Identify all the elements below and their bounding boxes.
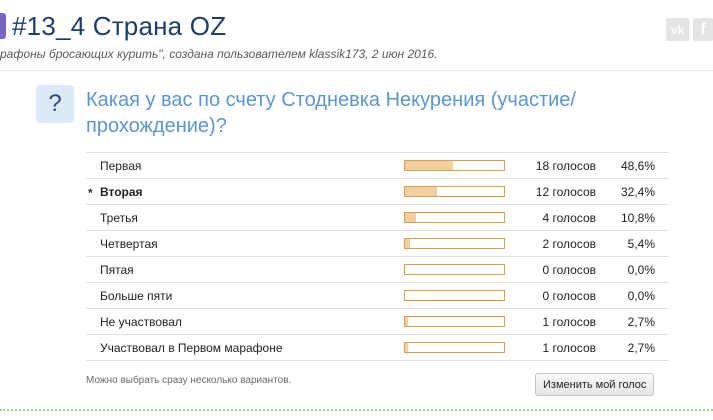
voted-marker: * [88, 186, 93, 200]
poll-option-bar [404, 342, 505, 353]
thread-title: #13_4 Страна OZ [12, 10, 227, 41]
poll-option-bar [404, 290, 505, 301]
poll-option-row: Пятая 0 голосов 0,0% [86, 257, 669, 283]
poll-question: Какая у вас по счету Стодневка Некурения… [86, 89, 576, 137]
poll-option-label: Больше пяти [100, 289, 173, 303]
poll-option-percent: 48,6% [620, 159, 655, 173]
poll-option-bar [404, 238, 505, 249]
poll-option-bar-fill [405, 239, 411, 248]
poll-option-percent: 2,7% [627, 341, 655, 355]
poll-option-row: * Вторая 12 голосов 32,4% [86, 179, 669, 205]
poll-option-percent: 5,4% [627, 237, 655, 251]
poll-option-bar-fill [405, 213, 416, 222]
poll-option-bar [404, 186, 505, 197]
prefix-badge-icon[interactable] [0, 13, 6, 39]
poll-option-percent: 0,0% [627, 289, 655, 303]
change-vote-button[interactable]: Изменить мой голос [535, 373, 655, 396]
poll-option-bar-fill [405, 317, 408, 326]
poll-option-label: Третья [100, 211, 138, 225]
poll-option-label: Первая [100, 159, 142, 173]
title-row: #13_4 Страна OZ [0, 8, 226, 44]
poll-option-label: Четвертая [100, 237, 158, 251]
poll-option-row: Третья 4 голосов 10,8% [86, 205, 669, 231]
poll-option-bar-fill [405, 187, 438, 196]
poll-option-votes: 1 голосов [542, 341, 596, 355]
vk-icon[interactable]: vk [666, 18, 689, 41]
bottom-divider [0, 409, 713, 411]
poll-option-votes: 2 голосов [542, 237, 596, 251]
poll-option-row: Четвертая 2 голосов 5,4% [86, 231, 669, 257]
poll-option-bar-fill [405, 343, 408, 352]
header-divider [0, 70, 713, 71]
poll-option-votes: 18 голосов [535, 159, 596, 173]
poll-option-label: Участвовал в Первом марафоне [100, 341, 283, 355]
poll-option-votes: 4 голосов [542, 211, 596, 225]
poll-option-percent: 10,8% [620, 211, 655, 225]
poll-option-bar [404, 264, 505, 275]
poll-option-votes: 12 голосов [535, 185, 596, 199]
poll-option-bar [404, 160, 505, 171]
thread-meta: рафоны бросающих курить", создана пользо… [0, 47, 438, 61]
poll-option-row: Не участвовал 1 голосов 2,7% [86, 309, 669, 335]
poll-results: Первая 18 голосов 48,6% * Вторая 12 голосов 32… [86, 152, 669, 361]
share-buttons: vk f [666, 18, 713, 41]
poll-option-percent: 2,7% [627, 315, 655, 329]
question-mark-icon: ? [36, 85, 74, 123]
poll-option-label: Вторая [100, 185, 143, 199]
poll-option-row: Первая 18 голосов 48,6% [86, 153, 669, 179]
poll-option-bar [404, 316, 505, 327]
poll-option-bar-fill [405, 161, 454, 170]
poll-option-percent: 0,0% [627, 263, 655, 277]
poll-option-bar [404, 212, 505, 223]
poll-footer-note: Можно выбрать сразу несколько вариантов. [86, 375, 292, 386]
poll-option-votes: 1 голосов [542, 315, 596, 329]
poll-option-label: Не участвовал [100, 315, 182, 329]
poll-option-label: Пятая [100, 263, 134, 277]
poll-option-row: Больше пяти 0 голосов 0,0% [86, 283, 669, 309]
facebook-icon[interactable]: f [693, 18, 713, 41]
poll-option-percent: 32,4% [620, 185, 655, 199]
poll-option-votes: 0 голосов [542, 289, 596, 303]
poll-option-votes: 0 голосов [542, 263, 596, 277]
poll-option-row: Участвовал в Первом марафоне 1 голосов 2,7… [86, 335, 669, 361]
